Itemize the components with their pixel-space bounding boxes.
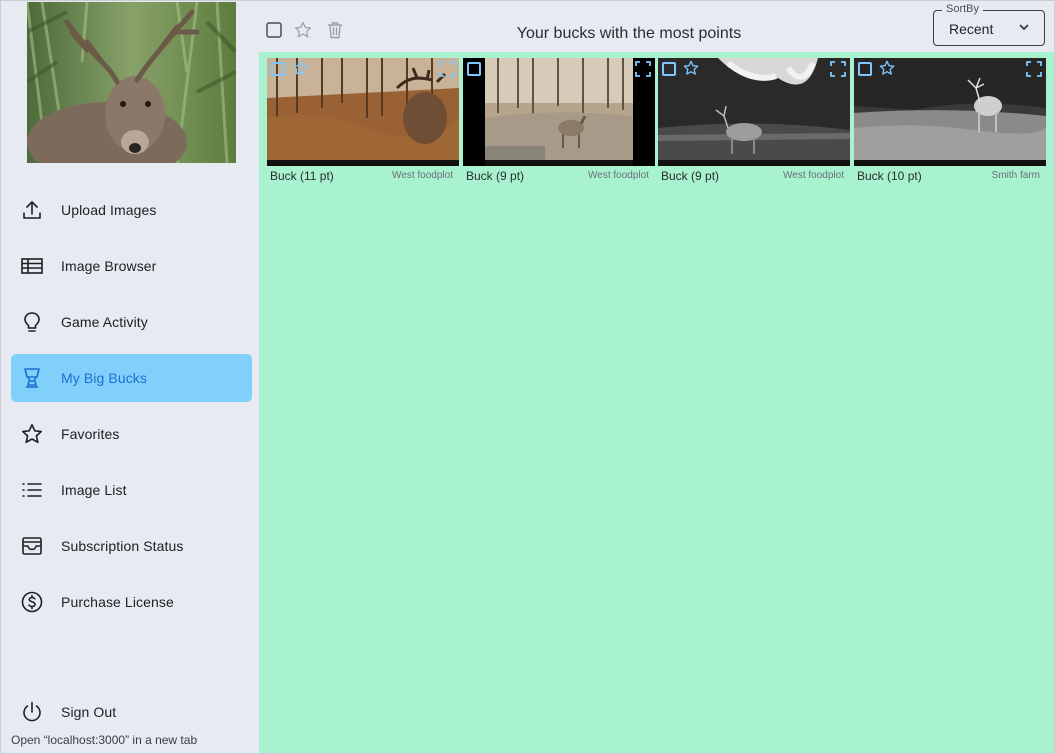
card-title: Buck (10 pt) [857, 169, 922, 183]
thumbnail-image[interactable] [267, 58, 459, 166]
profile-photo [27, 2, 236, 163]
thumbnail-image[interactable] [658, 58, 850, 166]
sign-out-label: Sign Out [61, 704, 117, 720]
image-card[interactable]: Buck (10 pt) Smith farm [854, 58, 1046, 186]
image-grid: Buck (11 pt) West foodplot Buck (9 pt) W… [259, 52, 1054, 753]
sidebar-item-label: Favorites [61, 426, 120, 442]
fullscreen-icon[interactable] [1026, 61, 1042, 77]
card-location: Smith farm [991, 170, 1040, 181]
list-icon [21, 479, 43, 501]
sidebar-item-label: Image List [61, 482, 127, 498]
page-title: Your bucks with the most points [516, 25, 742, 42]
sidebar-item-upload-images[interactable]: Upload Images [11, 186, 252, 234]
main-content: Your bucks with the most points SortBy R… [259, 1, 1054, 753]
sidebar: Upload Images Image Browser Game Activit… [1, 1, 259, 753]
sidebar-item-my-big-bucks[interactable]: My Big Bucks [11, 354, 252, 402]
status-bar-url: Open “localhost:3000” in a new tab [1, 728, 208, 752]
sidebar-item-subscription-status[interactable]: Subscription Status [11, 522, 252, 570]
trophy-icon [21, 367, 43, 389]
sidebar-item-purchase-license[interactable]: Purchase License [11, 578, 252, 626]
image-select-checkbox[interactable] [467, 62, 481, 76]
sidebar-item-label: Subscription Status [61, 538, 184, 554]
sidebar-item-label: Purchase License [61, 594, 174, 610]
image-card[interactable]: Buck (9 pt) West foodplot [658, 58, 850, 186]
sort-by-label: SortBy [942, 3, 984, 15]
upload-icon [21, 199, 43, 221]
power-icon [21, 701, 43, 723]
star-icon [21, 423, 43, 445]
thumbnail-image[interactable] [463, 58, 655, 166]
sidebar-item-image-browser[interactable]: Image Browser [11, 242, 252, 290]
favorite-star-icon[interactable] [292, 60, 308, 76]
image-select-checkbox[interactable] [271, 62, 285, 76]
fullscreen-icon[interactable] [439, 61, 455, 77]
sidebar-item-image-list[interactable]: Image List [11, 466, 252, 514]
dollar-icon [21, 591, 43, 613]
lightbulb-icon [21, 311, 43, 333]
card-title: Buck (11 pt) [270, 169, 334, 183]
card-title: Buck (9 pt) [661, 169, 720, 183]
sidebar-item-label: Image Browser [61, 258, 157, 274]
card-location: West foodplot [588, 170, 649, 181]
image-select-checkbox[interactable] [858, 62, 872, 76]
favorite-star-icon[interactable] [683, 60, 699, 76]
star-icon[interactable] [294, 21, 312, 39]
card-location: West foodplot [392, 170, 453, 181]
sidebar-item-game-activity[interactable]: Game Activity [11, 298, 252, 346]
table-icon [21, 255, 43, 277]
card-title: Buck (9 pt) [466, 169, 525, 183]
sidebar-item-label: My Big Bucks [61, 370, 147, 386]
favorite-star-icon[interactable] [879, 60, 895, 76]
chevron-down-icon [1018, 20, 1030, 38]
sort-by-select[interactable]: SortBy Recent [933, 3, 1045, 46]
trash-icon[interactable] [326, 21, 344, 39]
card-location: West foodplot [783, 170, 844, 181]
subscription-icon [21, 535, 43, 557]
fullscreen-icon[interactable] [635, 61, 651, 77]
sidebar-item-label: Upload Images [61, 202, 157, 218]
sort-by-value: Recent [949, 21, 994, 37]
image-select-checkbox[interactable] [662, 62, 676, 76]
select-all-checkbox[interactable] [265, 21, 283, 39]
image-card[interactable]: Buck (9 pt) West foodplot [463, 58, 655, 186]
sidebar-item-favorites[interactable]: Favorites [11, 410, 252, 458]
fullscreen-icon[interactable] [830, 61, 846, 77]
sidebar-item-label: Game Activity [61, 314, 148, 330]
image-card[interactable]: Buck (11 pt) West foodplot [267, 58, 459, 186]
thumbnail-image[interactable] [854, 58, 1046, 166]
toolbar: Your bucks with the most points SortBy R… [259, 1, 1054, 52]
